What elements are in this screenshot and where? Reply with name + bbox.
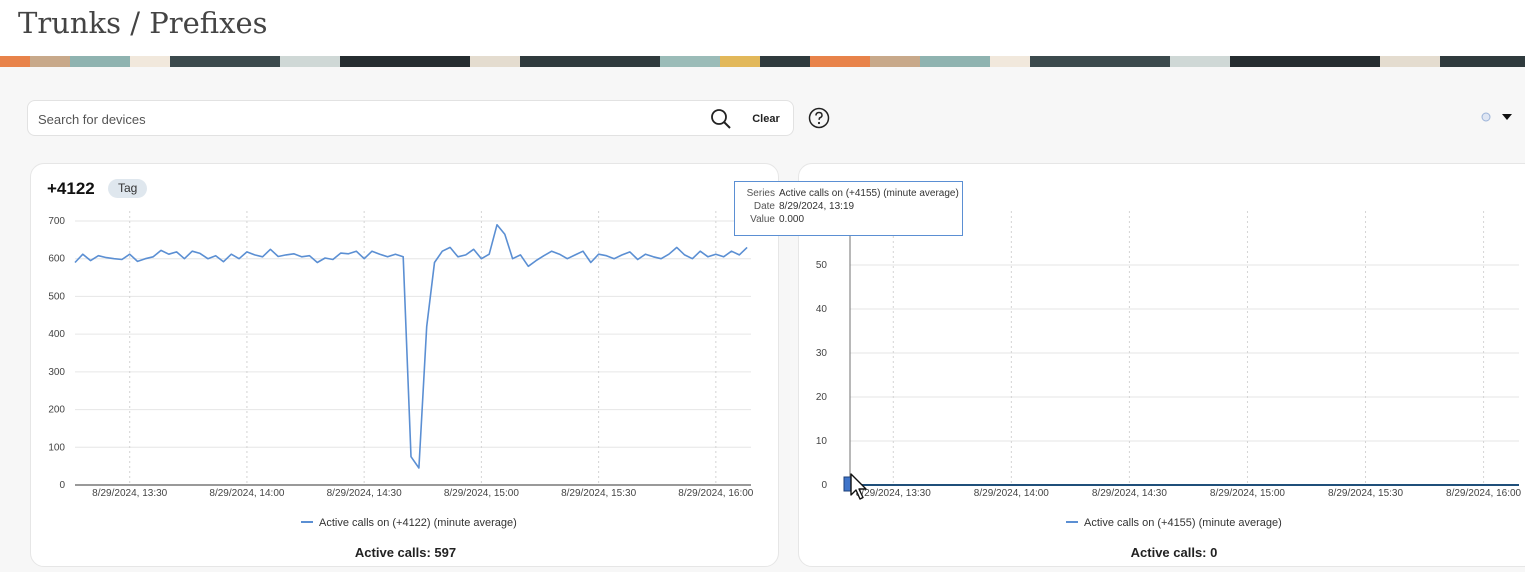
clear-button[interactable]: Clear [744,109,788,129]
legend-label: Active calls on (+4155) (minute average) [1084,517,1282,529]
content-area: Clear +4122 Tag 01002003004005006007008/… [0,67,1525,572]
device-card: +4122 Tag 0 100 200 300 400 500 600 700 8/29/202… [30,163,779,567]
y-tick-label: 500 [48,291,65,302]
active-calls-summary: Active calls: 0 [1130,545,1218,560]
y-tick-label: 20 [816,392,828,403]
y-tick-label: 300 [48,367,65,378]
x-tick-label: 8/29/2024, 14:00 [974,488,1050,499]
legend-swatch [1066,521,1078,524]
search-bar: Clear [27,100,794,136]
x-tick-label: 8/29/2024, 14:30 [1092,488,1168,499]
x-tick-label: 8/29/2024, 16:00 [678,488,754,499]
tooltip-series-row: Series Active calls on (+4155) (minute av… [743,187,959,200]
tooltip-value-row: Value 0.000 [743,213,954,226]
mouse-pointer-icon [850,473,867,500]
y-tick-label: 400 [48,329,65,340]
y-tick-label: 100 [48,442,65,453]
legend-label: Active calls on (+4122) (minute average) [319,517,517,529]
status-dot-icon[interactable] [1481,112,1491,122]
active-calls-summary: Active calls: 597 [354,545,457,560]
tooltip-value: 0.000 [779,214,805,225]
tooltip-value: Active calls on (+4155) (minute average) [779,188,959,199]
x-tick-label: 8/29/2024, 15:00 [444,488,520,499]
page-title: Trunks / Prefixes [18,6,268,40]
x-tick-label: 8/29/2024, 16:00 [1446,488,1522,499]
line-chart: 0 100 200 300 400 500 600 700 8/29/2024, 13:30 8/… [48,211,754,499]
legend-swatch [301,521,313,524]
banner-image [0,56,1525,67]
y-tick-label: 600 [48,254,65,265]
tooltip-key: Value [750,214,775,225]
y-tick-label: 0 [821,480,827,491]
y-tick-label: 200 [48,405,65,416]
x-tick-label: 8/29/2024, 15:00 [1210,488,1286,499]
tooltip-key: Series [746,188,775,199]
x-tick-label: 8/29/2024, 15:30 [1328,488,1404,499]
tooltip-date-row: Date 8/29/2024, 13:19 [743,200,954,213]
tooltip-value: 8/29/2024, 13:19 [779,201,855,212]
y-tick-label: 30 [816,348,828,359]
chart-tooltip: Series Active calls on (+4155) (minute av… [734,181,963,236]
y-tick-label: 40 [816,304,828,315]
chart-legend[interactable]: Active calls on (+4155) (minute average) [1066,517,1282,529]
x-tick-label: 8/29/2024, 14:00 [209,488,285,499]
y-tick-label: 0 [59,480,65,491]
x-tick-label: 8/29/2024, 13:30 [92,488,168,499]
search-icon[interactable] [710,108,732,130]
y-tick-label: 700 [48,216,65,227]
help-icon[interactable] [808,107,830,129]
chevron-down-icon[interactable] [1502,114,1512,120]
series-line [74,223,748,469]
search-input[interactable] [38,108,698,130]
y-tick-label: 10 [816,436,828,447]
x-tick-label: 8/29/2024, 14:30 [327,488,403,499]
x-tick-label: 8/29/2024, 15:30 [561,488,637,499]
tooltip-key: Date [753,201,775,212]
chart-legend[interactable]: Active calls on (+4122) (minute average) [301,517,517,529]
y-tick-label: 50 [816,260,828,271]
